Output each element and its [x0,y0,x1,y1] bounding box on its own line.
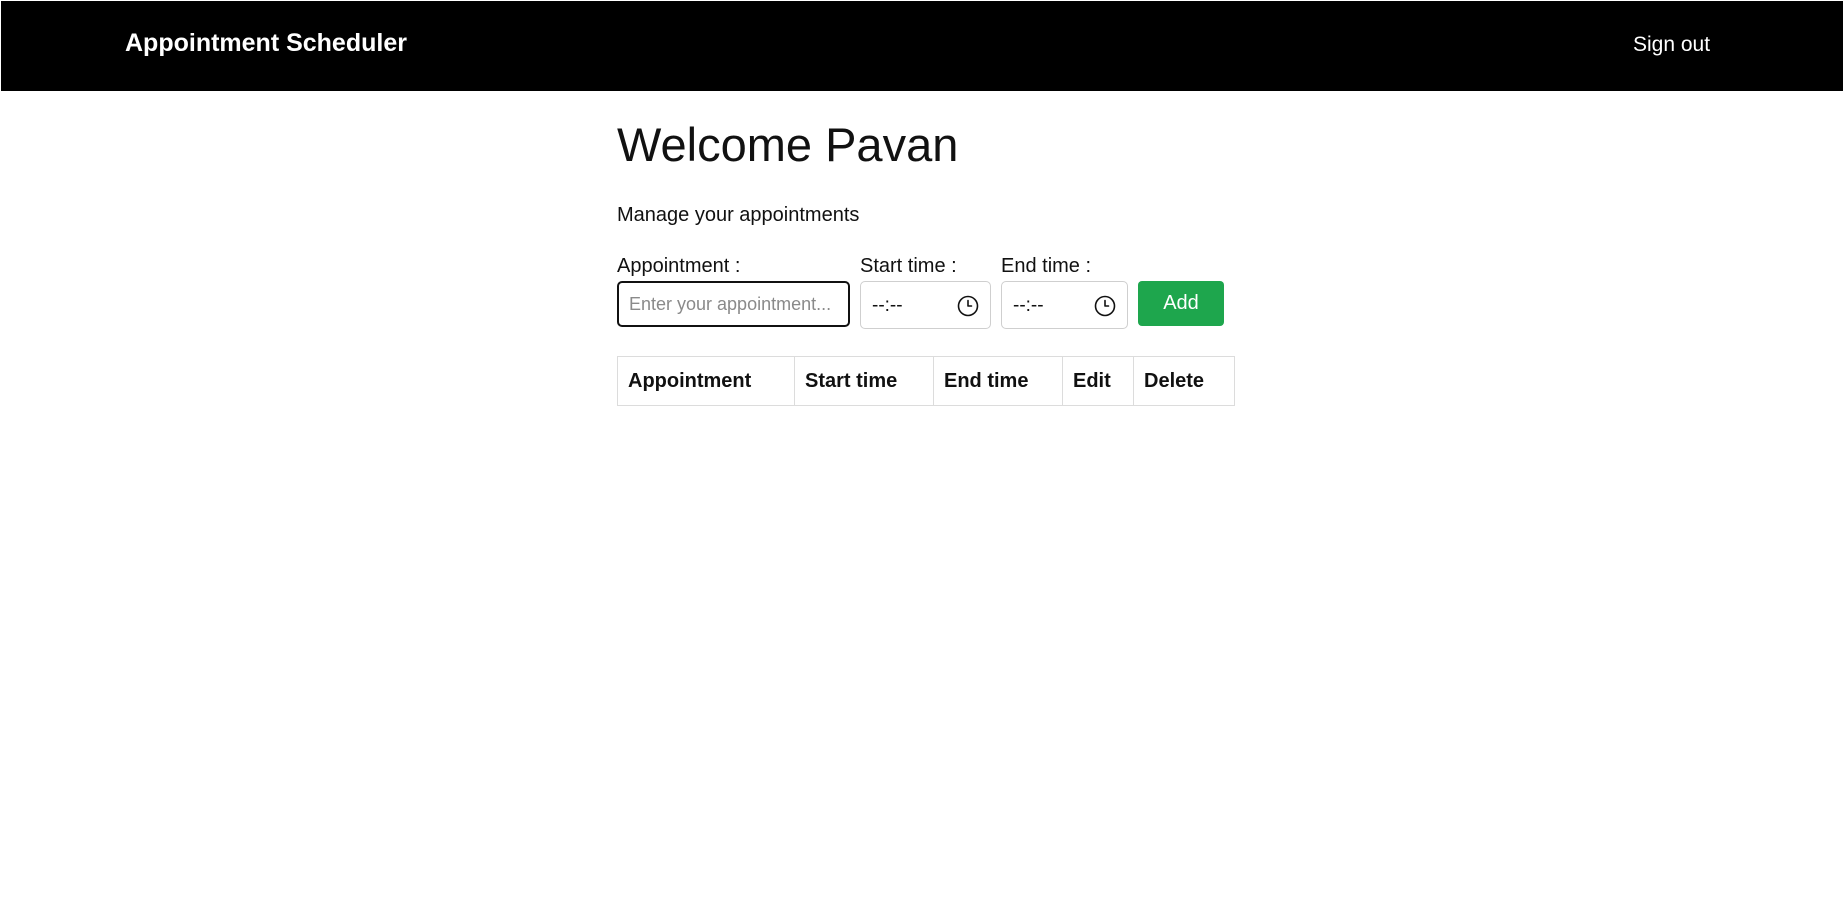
column-header-delete: Delete [1133,356,1235,406]
start-time-value: --:-- [872,295,903,316]
end-time-input[interactable]: --:-- [1001,281,1128,329]
column-header-edit: Edit [1062,356,1134,406]
table-header-row: Appointment Start time End time Edit Del… [617,356,1235,406]
start-time-input[interactable]: --:-- [860,281,991,329]
column-header-end-time: End time [933,356,1063,406]
start-time-label: Start time : [860,255,957,277]
clock-icon[interactable] [1094,295,1116,317]
page-subtitle: Manage your appointments [617,204,860,226]
sign-out-link[interactable]: Sign out [1633,33,1710,57]
add-button[interactable]: Add [1138,281,1224,326]
brand-title[interactable]: Appointment Scheduler [125,29,407,58]
end-time-value: --:-- [1013,295,1044,316]
appointment-label: Appointment : [617,255,741,277]
navbar: Appointment Scheduler Sign out [1,1,1843,91]
page-title: Welcome Pavan [617,118,959,171]
clock-icon[interactable] [957,295,979,317]
appointment-input[interactable] [617,281,850,327]
column-header-appointment: Appointment [617,356,795,406]
end-time-label: End time : [1001,255,1092,277]
appointments-table: Appointment Start time End time Edit Del… [617,356,1235,406]
column-header-start-time: Start time [794,356,934,406]
